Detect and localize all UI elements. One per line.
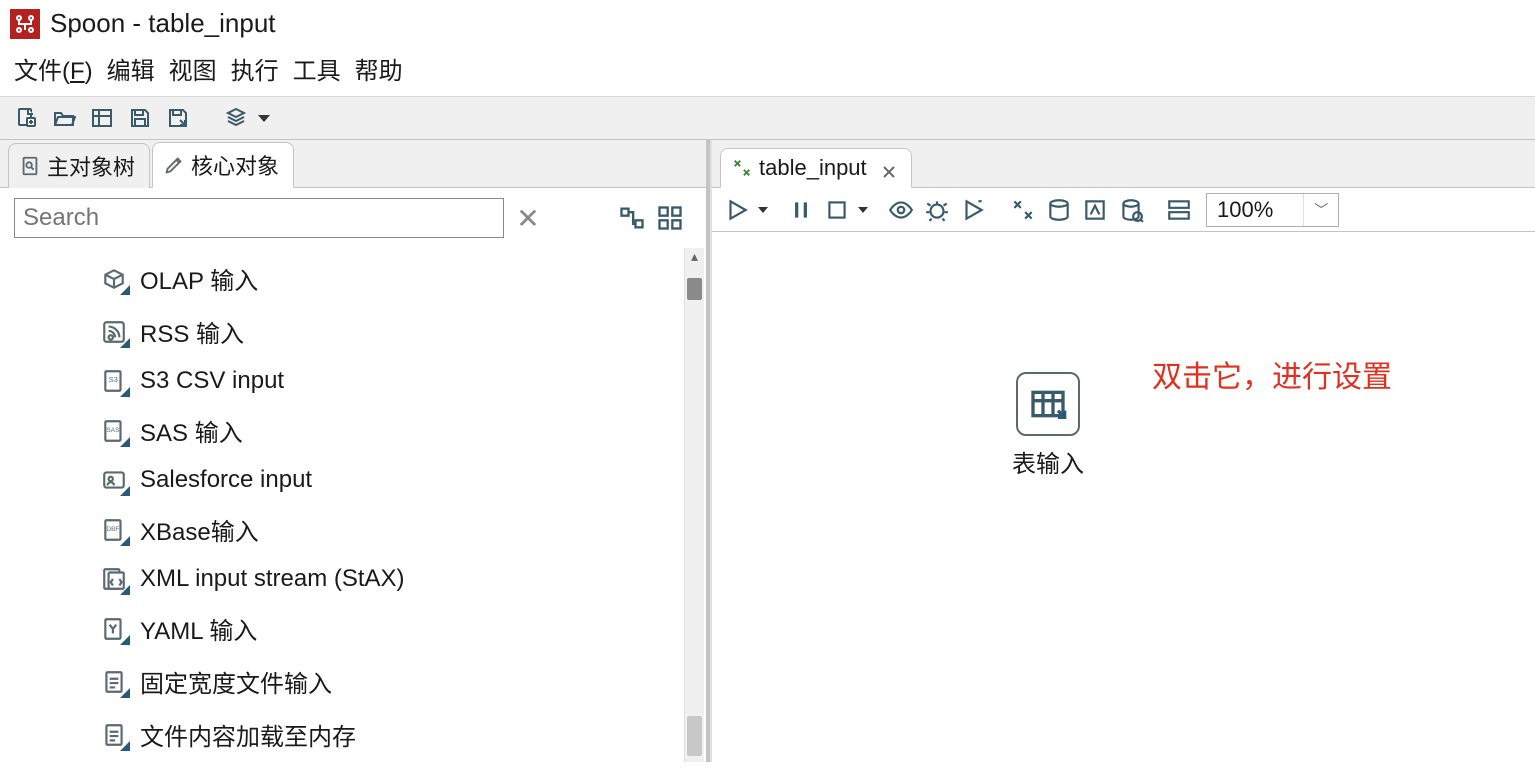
window-title: Spoon - table_input — [50, 8, 276, 39]
editor-tab[interactable]: table_input — [720, 148, 912, 188]
menu-edit[interactable]: 编辑 — [107, 51, 155, 86]
scroll-up-icon[interactable]: ▴ — [685, 248, 704, 266]
search-doc-icon — [19, 155, 41, 177]
clear-search-button[interactable]: ✕ — [514, 202, 542, 235]
tab-main-tree[interactable]: 主对象树 — [8, 143, 150, 188]
zoom-select[interactable]: 100% ﹀ — [1206, 193, 1339, 227]
menu-bar: 文件(F) 编辑 视图 执行 工具 帮助 — [0, 45, 1535, 96]
main-split: 主对象树 核心对象 ✕ OLAP 输入RSS 输入S3S3 — [0, 140, 1535, 762]
yaml-icon — [100, 615, 128, 643]
expand-tree-button[interactable] — [618, 204, 646, 232]
annotation-text: 双击它，进行设置 — [1152, 352, 1392, 396]
sf-icon — [100, 466, 128, 494]
run-dropdown-caret[interactable] — [758, 207, 768, 213]
scrollbar-thumb[interactable] — [687, 278, 702, 300]
menu-help[interactable]: 帮助 — [355, 51, 403, 86]
editor-tab-label: table_input — [759, 155, 867, 181]
dbf-icon: DBF — [100, 516, 128, 544]
left-tab-row: 主对象树 核心对象 — [0, 140, 706, 188]
run-button[interactable] — [722, 195, 752, 225]
tree-area: OLAP 输入 RSS 输入 S3 S3 CSV input SAS SAS 输入 Sale… — [0, 248, 706, 762]
right-pane: table_input — [710, 140, 1535, 762]
file-icon — [100, 721, 128, 749]
svg-text:S3: S3 — [109, 375, 118, 384]
title-bar: Spoon - table_input — [0, 0, 1535, 45]
file-icon — [100, 668, 128, 696]
save-button[interactable] — [126, 104, 154, 132]
sas-icon: SAS — [100, 417, 128, 445]
scrollbar-thumb-lower[interactable] — [687, 716, 702, 756]
menu-tools[interactable]: 工具 — [293, 51, 341, 86]
open-file-button[interactable] — [50, 104, 78, 132]
tree-item-label: SAS 输入 — [140, 413, 243, 448]
verify-button[interactable] — [1008, 195, 1038, 225]
table-input-icon — [1016, 372, 1080, 436]
svg-text:SAS: SAS — [106, 427, 120, 434]
canvas-toolbar: 100% ﹀ — [712, 188, 1535, 232]
tab-core-objects[interactable]: 核心对象 — [152, 142, 294, 188]
tree-item-label: Salesforce input — [140, 466, 312, 494]
s3-icon: S3 — [100, 367, 128, 395]
tree-item-label: XML input stream (StAX) — [140, 565, 405, 593]
zoom-value: 100% — [1207, 195, 1303, 225]
show-results-button[interactable] — [1164, 195, 1194, 225]
perspective-button[interactable] — [222, 104, 250, 132]
xml-icon — [100, 565, 128, 593]
zoom-dropdown-caret[interactable]: ﹀ — [1303, 194, 1338, 226]
canvas[interactable]: 表输入 双击它，进行设置 — [712, 232, 1535, 762]
search-input[interactable] — [14, 198, 504, 238]
tree-item[interactable]: Salesforce input — [100, 457, 706, 503]
editor-tab-row: table_input — [712, 140, 1535, 188]
app-icon — [10, 9, 40, 39]
close-tab-button[interactable] — [881, 160, 897, 176]
tree-item-label: 文件内容加载至内存 — [140, 717, 356, 752]
tree-item-label: XBase输入 — [140, 512, 259, 547]
svg-text:DBF: DBF — [106, 526, 119, 533]
tree-item[interactable]: YAML 输入 — [100, 602, 706, 655]
pause-button[interactable] — [786, 195, 816, 225]
replay-button[interactable] — [958, 195, 988, 225]
search-row: ✕ — [0, 188, 706, 248]
tree-item[interactable]: 文件内容加载至内存 — [100, 708, 706, 761]
tab-core-objects-label: 核心对象 — [191, 149, 279, 181]
save-as-button[interactable] — [164, 104, 192, 132]
menu-file-label: 文件(F) — [14, 58, 93, 85]
left-pane: 主对象树 核心对象 ✕ OLAP 输入RSS 输入S3S3 — [0, 140, 710, 762]
tree-item[interactable]: RSS 输入 — [100, 305, 706, 358]
main-toolbar — [0, 96, 1535, 140]
tree-item[interactable]: 固定宽度文件输入 — [100, 655, 706, 708]
transformation-icon — [731, 157, 753, 179]
new-file-button[interactable] — [12, 104, 40, 132]
explore-button[interactable] — [88, 104, 116, 132]
tree-item-label: OLAP 输入 — [140, 261, 258, 296]
tree-item-label: 固定宽度文件输入 — [140, 664, 332, 699]
menu-file[interactable]: 文件(F) — [14, 51, 93, 86]
tree-item-label: RSS 输入 — [140, 314, 244, 349]
tree-item-label: S3 CSV input — [140, 367, 284, 395]
tree-item[interactable]: DBF XBase输入 — [100, 503, 706, 556]
stop-dropdown-caret[interactable] — [858, 207, 868, 213]
menu-view[interactable]: 视图 — [169, 51, 217, 86]
collapse-tree-button[interactable] — [656, 204, 684, 232]
stop-button[interactable] — [822, 195, 852, 225]
debug-button[interactable] — [922, 195, 952, 225]
tree-item[interactable]: S3 S3 CSV input — [100, 358, 706, 404]
tab-main-tree-label: 主对象树 — [47, 150, 135, 182]
preview-button[interactable] — [886, 195, 916, 225]
rss-icon — [100, 318, 128, 346]
cube-icon — [100, 265, 128, 293]
perspective-dropdown-caret[interactable] — [258, 115, 270, 122]
tree-item[interactable]: SAS SAS 输入 — [100, 404, 706, 457]
tree-item-label: YAML 输入 — [140, 611, 257, 646]
explore-db-button[interactable] — [1116, 195, 1146, 225]
tree-item[interactable]: OLAP 输入 — [100, 252, 706, 305]
step-label: 表输入 — [1012, 444, 1084, 479]
menu-run[interactable]: 执行 — [231, 51, 279, 86]
impact-button[interactable] — [1044, 195, 1074, 225]
sql-button[interactable] — [1080, 195, 1110, 225]
tree-scrollbar[interactable]: ▴ — [684, 248, 704, 762]
step-table-input[interactable]: 表输入 — [1012, 372, 1084, 479]
tree-item[interactable]: XML input stream (StAX) — [100, 556, 706, 602]
pencil-icon — [163, 154, 185, 176]
